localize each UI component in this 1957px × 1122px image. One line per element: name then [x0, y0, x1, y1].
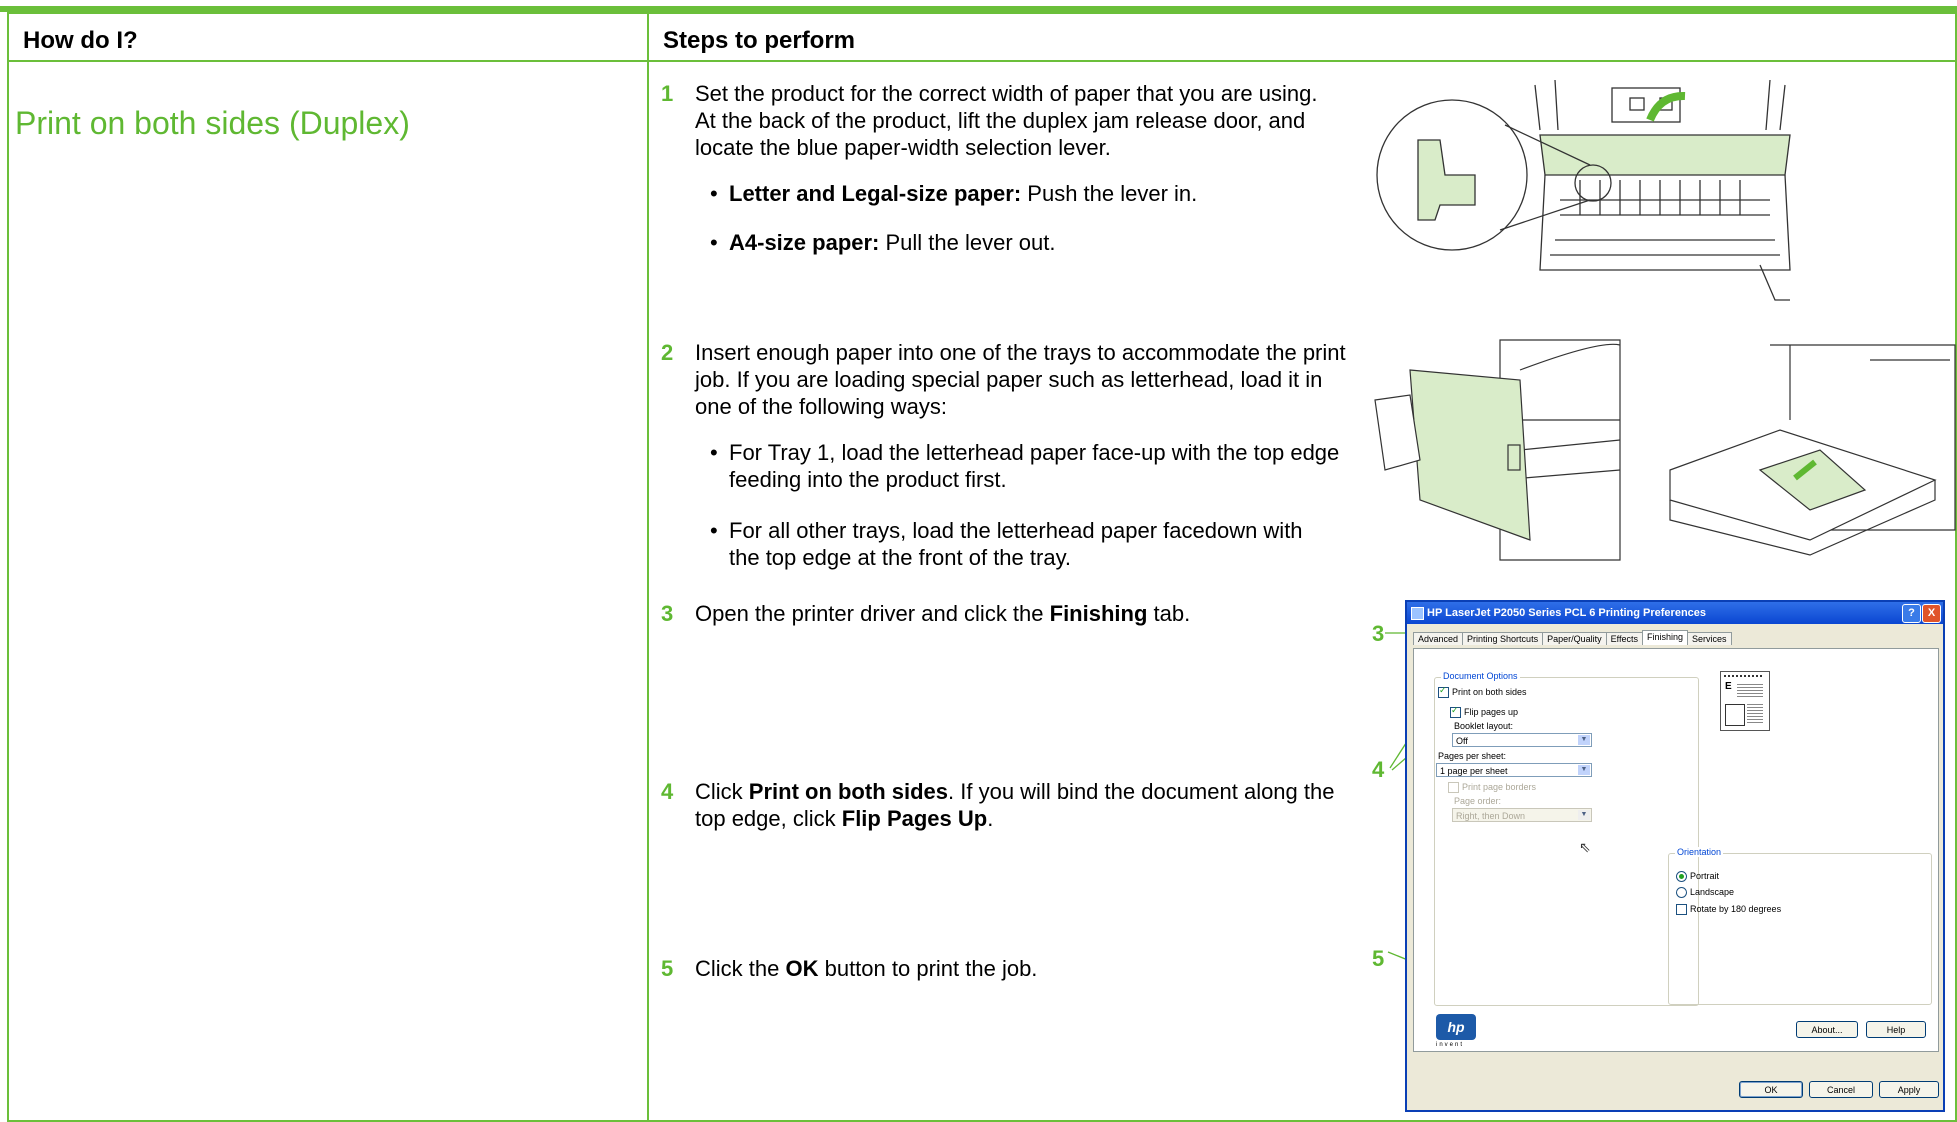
select-value: 1 page per sheet	[1440, 766, 1508, 776]
step-bold: Finishing	[1049, 601, 1148, 626]
flip-pages-up-checkbox[interactable]: Flip pages up	[1450, 705, 1519, 719]
page-preview-icon: E	[1720, 671, 1770, 731]
checkbox-icon	[1676, 904, 1687, 916]
group-label: Orientation	[1675, 847, 1724, 857]
print-page-borders-checkbox[interactable]: Print page borders	[1448, 782, 1537, 794]
step-bold: Flip Pages Up	[841, 806, 988, 831]
step-number: 2	[661, 340, 674, 365]
bullet-text: Pull the lever out.	[879, 230, 1056, 255]
step-number: 5	[661, 956, 674, 981]
page-order-label: Page order:	[1454, 796, 1502, 806]
bullet-tray1: • For Tray 1, load the letterhead paper …	[710, 439, 1351, 493]
ok-button[interactable]: OK	[1739, 1081, 1803, 1098]
portrait-radio[interactable]: Portrait	[1676, 871, 1720, 883]
chevron-down-icon: ▼	[1578, 810, 1590, 820]
radio-icon	[1676, 871, 1687, 883]
step-text: button to print the job.	[818, 956, 1038, 981]
help-button[interactable]: Help	[1866, 1021, 1926, 1038]
bullet-text: For all other trays, load the letterhead…	[729, 518, 1303, 570]
help-icon[interactable]: ?	[1902, 604, 1921, 623]
rotate-180-checkbox[interactable]: Rotate by 180 degrees	[1676, 904, 1782, 916]
step-text: Click the	[695, 956, 786, 981]
step-text: Insert enough paper into one of the tray…	[695, 340, 1346, 419]
bullet-letter: • Letter and Legal-size paper: Push the …	[710, 180, 1351, 207]
callout-4: 4	[1372, 757, 1385, 782]
step-3: 3 Open the printer driver and click the …	[661, 600, 1361, 627]
group-label: Document Options	[1441, 671, 1520, 681]
booklet-layout-label: Booklet layout:	[1454, 721, 1514, 731]
tab-finishing[interactable]: Finishing	[1641, 630, 1688, 645]
radio-label: Portrait	[1690, 871, 1720, 881]
apply-button[interactable]: Apply	[1879, 1081, 1939, 1098]
step-text: .	[987, 806, 994, 831]
dialog-title: HP LaserJet P2050 Series PCL 6 Printing …	[1427, 607, 1707, 619]
close-icon[interactable]: X	[1922, 604, 1941, 623]
tab-services[interactable]: Services	[1687, 632, 1732, 645]
tab-paper-quality[interactable]: Paper/Quality	[1542, 632, 1607, 645]
booklet-layout-select[interactable]: Off ▼	[1452, 733, 1592, 747]
step-1: 1 Set the product for the correct width …	[661, 80, 1341, 161]
select-value: Right, then Down	[1456, 811, 1526, 821]
bullet-text: For Tray 1, load the letterhead paper fa…	[729, 440, 1340, 492]
step-5: 5 Click the OK button to print the job.	[661, 955, 1361, 982]
bullet-icon: •	[710, 230, 718, 255]
task-title: Print on both sides (Duplex)	[15, 105, 410, 141]
bullet-icon: •	[710, 181, 718, 206]
hp-logo-subtitle: invent	[1436, 1042, 1465, 1048]
tab-strip: Advanced Printing Shortcuts Paper/Quality E…	[1413, 630, 1732, 648]
cancel-button[interactable]: Cancel	[1809, 1081, 1873, 1098]
checkbox-label: Print on both sides	[1452, 687, 1527, 697]
bullet-other-trays: • For all other trays, load the letterhe…	[710, 517, 1331, 571]
step-bold: Print on both sides	[748, 779, 949, 804]
bullet-icon: •	[710, 518, 718, 543]
printer-icon	[1411, 607, 1424, 620]
top-border	[0, 0, 1957, 12]
print-both-sides-checkbox[interactable]: Print on both sides	[1438, 685, 1527, 699]
page-order-select[interactable]: Right, then Down ▼	[1452, 808, 1592, 822]
bullet-bold: A4-size paper:	[729, 230, 880, 255]
callout-5: 5	[1372, 946, 1385, 971]
chevron-down-icon: ▼	[1578, 735, 1590, 745]
tab-advanced[interactable]: Advanced	[1413, 632, 1464, 645]
select-value: Off	[1456, 736, 1468, 746]
bullet-a4: • A4-size paper: Pull the lever out.	[710, 229, 1351, 256]
step-text: Set the product for the correct width of…	[695, 81, 1318, 160]
tab-printing-shortcuts[interactable]: Printing Shortcuts	[1462, 632, 1544, 645]
pages-per-sheet-label: Pages per sheet:	[1438, 751, 1507, 761]
checkbox-label: Flip pages up	[1464, 707, 1519, 717]
checkbox-icon	[1450, 705, 1461, 719]
step-number: 1	[661, 81, 674, 106]
chevron-down-icon: ▼	[1578, 765, 1590, 775]
task-cell: Print on both sides (Duplex)	[7, 60, 649, 1122]
column-header-steps: Steps to perform	[647, 12, 1957, 62]
landscape-radio[interactable]: Landscape	[1676, 887, 1735, 899]
dialog-titlebar: HP LaserJet P2050 Series PCL 6 Printing …	[1407, 602, 1943, 624]
bullet-icon: •	[710, 440, 718, 465]
step-4: 4 Click Print on both sides. If you will…	[661, 778, 1361, 832]
radio-icon	[1676, 887, 1687, 899]
step-number: 4	[661, 779, 674, 804]
checkbox-label: Rotate by 180 degrees	[1690, 904, 1782, 914]
printing-preferences-dialog: HP LaserJet P2050 Series PCL 6 Printing …	[1405, 600, 1945, 1112]
step-bold: OK	[785, 956, 819, 981]
step-2: 2 Insert enough paper into one of the tr…	[661, 339, 1361, 420]
checkbox-icon	[1438, 685, 1449, 699]
bullet-text: Push the lever in.	[1021, 181, 1198, 206]
callout-3: 3	[1372, 621, 1385, 646]
mouse-cursor-icon: ⇖	[1579, 839, 1591, 855]
radio-label: Landscape	[1690, 887, 1735, 897]
hp-logo: hp	[1436, 1014, 1476, 1040]
step-text: tab.	[1147, 601, 1191, 626]
tab-effects[interactable]: Effects	[1605, 632, 1643, 645]
pages-per-sheet-select[interactable]: 1 page per sheet ▼	[1436, 763, 1592, 777]
checkbox-icon	[1448, 782, 1459, 794]
bullet-bold: Letter and Legal-size paper:	[729, 181, 1022, 206]
step-text: Open the printer driver and click the	[695, 601, 1050, 626]
step-text: Click	[695, 779, 749, 804]
checkbox-label: Print page borders	[1462, 782, 1537, 792]
column-header-how: How do I?	[7, 12, 649, 62]
finishing-panel: Document Options Print on both sides Fli…	[1413, 648, 1939, 1052]
step-number: 3	[661, 601, 674, 626]
about-button[interactable]: About...	[1796, 1021, 1858, 1038]
